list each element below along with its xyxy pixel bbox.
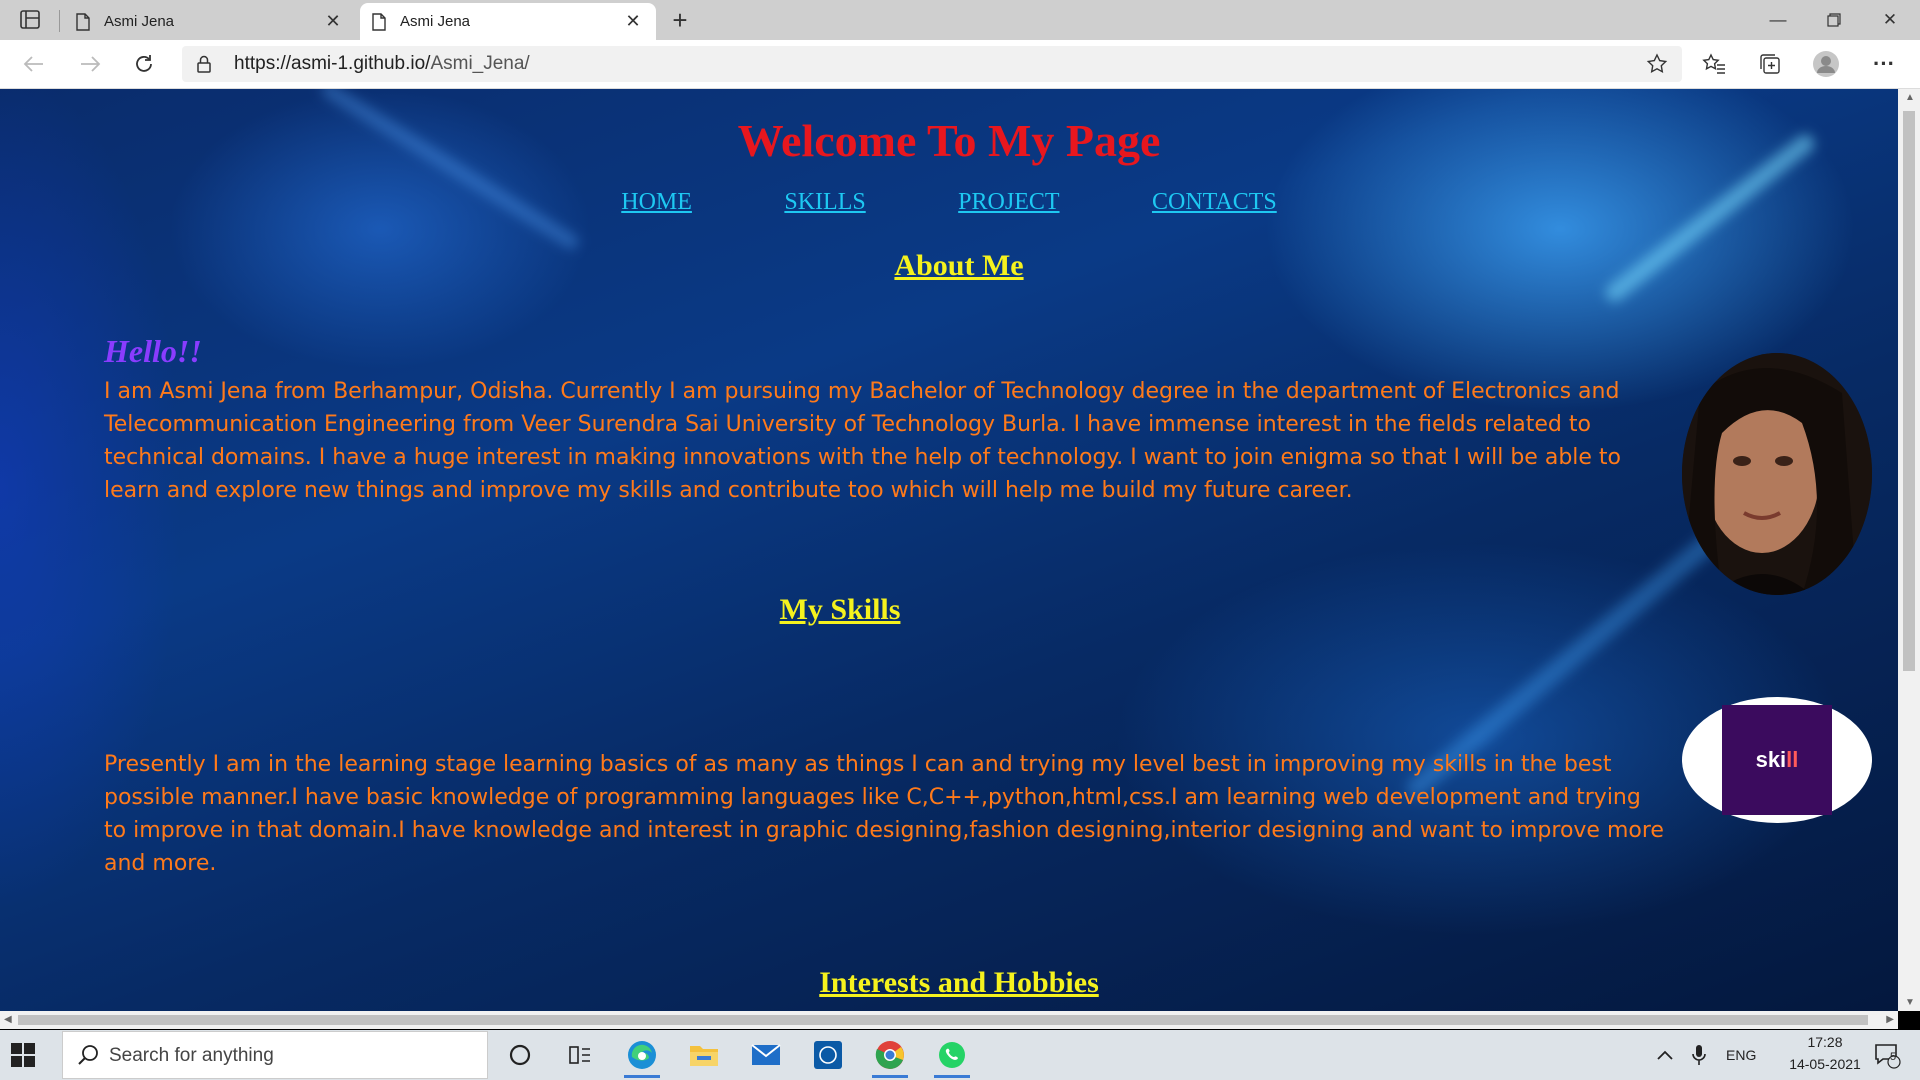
skill-logo: ski ll bbox=[1722, 705, 1832, 815]
tab-active[interactable]: Asmi Jena ✕ bbox=[360, 3, 656, 40]
clock-date[interactable]: 14-05-2021 bbox=[1770, 1056, 1880, 1072]
horizontal-scrollbar[interactable]: ◀ ▶ bbox=[0, 1011, 1898, 1029]
page-viewport: Welcome To My Page HOME SKILLS PROJECT C… bbox=[0, 89, 1898, 1011]
microphone-icon[interactable] bbox=[1688, 1037, 1710, 1073]
scroll-right-arrow[interactable]: ▶ bbox=[1886, 1014, 1894, 1025]
taskbar-search-input[interactable]: Search for anything bbox=[62, 1031, 488, 1079]
clock-time[interactable]: 17:28 bbox=[1790, 1034, 1860, 1050]
refresh-button[interactable] bbox=[130, 50, 158, 78]
about-paragraph: I am Asmi Jena from Berhampur, Odisha. C… bbox=[104, 379, 1622, 503]
task-view-icon[interactable] bbox=[562, 1037, 598, 1073]
input-language[interactable]: ENG bbox=[1726, 1047, 1756, 1063]
tab-bar: Asmi Jena ✕ Asmi Jena ✕ + — ✕ bbox=[0, 0, 1920, 40]
tab-separator bbox=[59, 10, 60, 32]
notification-count: 5 bbox=[1890, 1051, 1897, 1063]
cortana-icon[interactable] bbox=[502, 1037, 538, 1073]
mail-icon[interactable] bbox=[748, 1037, 784, 1073]
search-placeholder: Search for anything bbox=[109, 1045, 274, 1066]
dell-app-icon[interactable] bbox=[810, 1037, 846, 1073]
scroll-down-arrow[interactable]: ▼ bbox=[1905, 997, 1915, 1008]
interests-heading: Interests and Hobbies bbox=[819, 966, 1099, 999]
vertical-scrollbar[interactable]: ▲ ▼ bbox=[1898, 89, 1920, 1011]
greeting-text: Hello!! bbox=[104, 333, 202, 369]
close-tab-icon[interactable]: ✕ bbox=[624, 11, 642, 32]
page-icon bbox=[76, 12, 92, 31]
about-heading: About Me bbox=[894, 249, 1024, 282]
close-tab-icon[interactable]: ✕ bbox=[324, 11, 342, 32]
active-app-indicator bbox=[934, 1075, 970, 1078]
scroll-up-arrow[interactable]: ▲ bbox=[1905, 92, 1915, 103]
tab-inactive[interactable]: Asmi Jena ✕ bbox=[64, 3, 356, 40]
main-nav: HOME SKILLS PROJECT CONTACTS bbox=[0, 189, 1898, 216]
vertical-scroll-thumb[interactable] bbox=[1903, 111, 1915, 671]
close-window-button[interactable]: ✕ bbox=[1862, 0, 1918, 40]
active-app-indicator bbox=[624, 1075, 660, 1078]
url-field[interactable]: https://asmi-1.github.io/Asmi_Jena/ bbox=[182, 46, 1682, 82]
minimize-button[interactable]: — bbox=[1750, 0, 1806, 40]
restore-button[interactable] bbox=[1806, 0, 1862, 40]
nav-link-skills[interactable]: SKILLS bbox=[784, 189, 865, 215]
nav-link-project[interactable]: PROJECT bbox=[958, 189, 1059, 215]
profile-photo bbox=[1682, 353, 1872, 595]
whatsapp-icon[interactable] bbox=[934, 1037, 970, 1078]
chrome-icon[interactable] bbox=[872, 1037, 908, 1078]
skills-paragraph: Presently I am in the learning stage lea… bbox=[104, 752, 1664, 876]
nav-link-contacts[interactable]: CONTACTS bbox=[1152, 189, 1277, 215]
page-icon bbox=[372, 12, 388, 31]
profile-avatar[interactable] bbox=[1812, 50, 1840, 78]
add-favorite-icon[interactable] bbox=[1646, 53, 1668, 80]
file-explorer-icon[interactable] bbox=[686, 1037, 722, 1073]
active-app-indicator bbox=[872, 1075, 908, 1078]
tab-title: Asmi Jena bbox=[400, 13, 471, 30]
url-text: https://asmi-1.github.io/Asmi_Jena/ bbox=[234, 53, 530, 74]
skills-heading: My Skills bbox=[779, 593, 901, 626]
new-tab-button[interactable]: + bbox=[666, 6, 694, 34]
back-button[interactable] bbox=[20, 50, 48, 78]
favorites-icon[interactable] bbox=[1700, 50, 1728, 78]
notifications-icon[interactable]: 5 bbox=[1870, 1037, 1904, 1073]
edge-browser-icon[interactable] bbox=[624, 1037, 660, 1078]
skill-logo-badge: ski ll bbox=[1682, 697, 1872, 823]
horizontal-scroll-thumb[interactable] bbox=[18, 1015, 1868, 1025]
address-bar: https://asmi-1.github.io/Asmi_Jena/ ··· bbox=[0, 40, 1920, 89]
windows-start-icon[interactable] bbox=[10, 1042, 36, 1068]
tab-actions-icon[interactable] bbox=[18, 9, 42, 31]
lock-icon[interactable] bbox=[196, 55, 212, 78]
nav-link-home[interactable]: HOME bbox=[621, 189, 692, 215]
collections-icon[interactable] bbox=[1756, 50, 1784, 78]
windows-taskbar: Search for anything ENG 17:28 14-05-2021… bbox=[0, 1030, 1920, 1080]
search-icon bbox=[77, 1044, 99, 1071]
page-title: Welcome To My Page bbox=[737, 115, 1161, 166]
scroll-left-arrow[interactable]: ◀ bbox=[4, 1014, 12, 1025]
forward-button[interactable] bbox=[76, 50, 104, 78]
tab-title: Asmi Jena bbox=[104, 13, 175, 30]
show-hidden-icons-chevron[interactable] bbox=[1654, 1037, 1676, 1073]
settings-menu-icon[interactable]: ··· bbox=[1870, 50, 1898, 78]
